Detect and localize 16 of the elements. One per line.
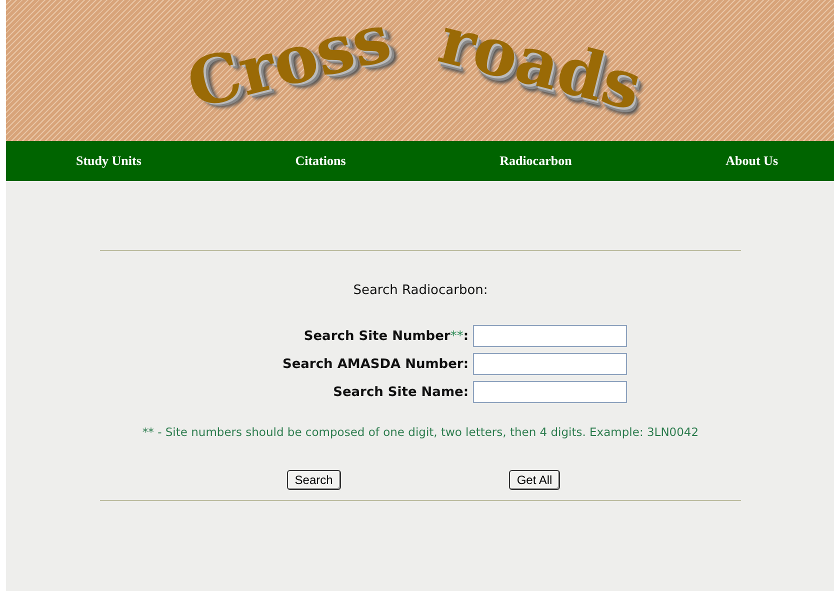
form-title: Search Radiocarbon: [353,283,488,298]
nav-link[interactable]: About Us [726,153,778,169]
nav-link[interactable]: Study Units [76,153,142,169]
field-label: Search Site Name: [332,384,469,400]
input-field[interactable] [472,381,627,403]
nav-link[interactable]: Radiocarbon [500,153,572,169]
nav-link[interactable]: Citations [295,153,346,169]
action-button[interactable]: Get All [508,470,560,490]
input-field[interactable] [472,325,627,347]
field-label: Search Site Number**: [302,328,469,344]
logo-word: Cross [181,4,397,118]
action-button[interactable]: Search [286,470,341,490]
input-field[interactable] [472,353,627,375]
logo-word: roads [433,6,648,120]
help-note: ** - Site numbers should be composed of one digit, two letters, then 4 digits. Example: 3LN0042 [142,425,699,440]
field-label: Search AMASDA Number: [282,356,469,372]
